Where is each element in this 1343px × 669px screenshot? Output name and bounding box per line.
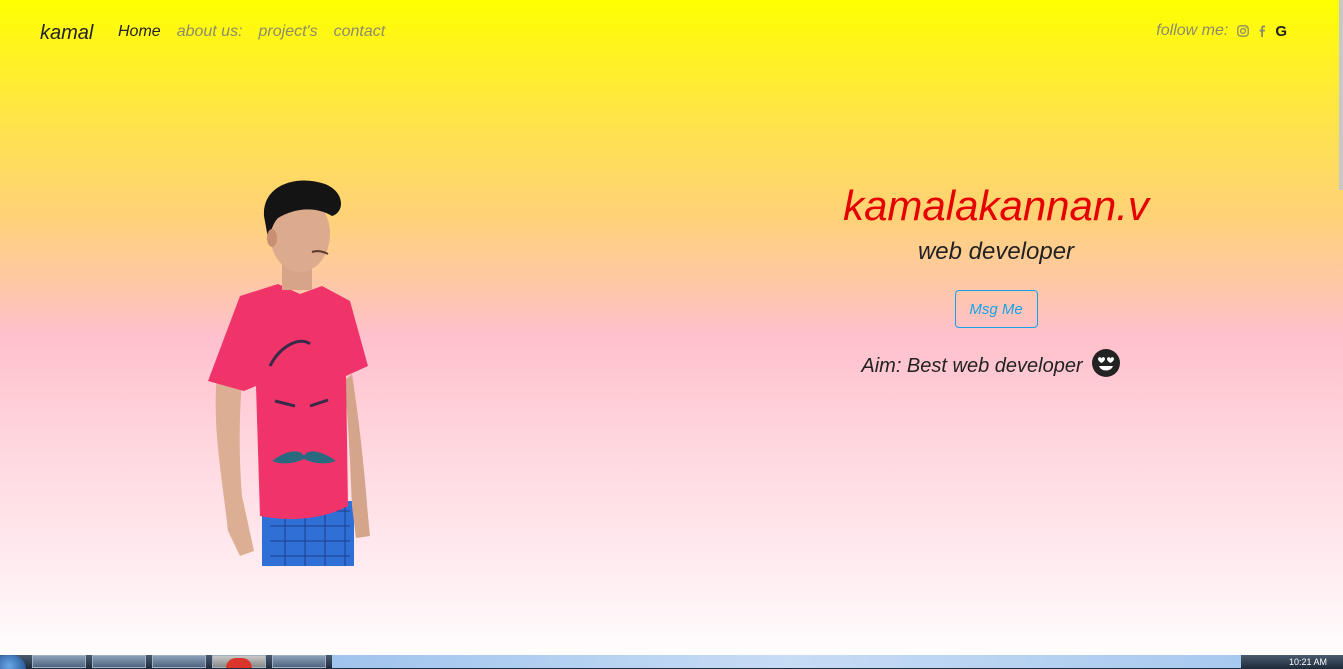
hero-name: kamalakannan.v	[843, 182, 1149, 229]
start-button[interactable]	[0, 655, 26, 669]
facebook-icon[interactable]	[1258, 25, 1266, 37]
taskbar-ie-icon[interactable]	[32, 655, 86, 668]
brand-link[interactable]: kamal	[40, 22, 93, 45]
taskbar-media-icon[interactable]	[152, 655, 206, 668]
taskbar-chrome-icon[interactable]	[212, 655, 266, 668]
taskbar: 10:21 AM	[0, 655, 1343, 669]
heart-eyes-emoji-icon	[1091, 348, 1121, 384]
hero-role: web developer	[917, 238, 1075, 265]
navbar: kamal Home about us: project's contact f…	[0, 0, 1343, 64]
instagram-icon[interactable]	[1237, 25, 1250, 37]
msg-me-button[interactable]: Msg Me	[954, 290, 1038, 328]
aim-text: Aim: Best web developer	[861, 354, 1083, 377]
nav-projects[interactable]: project's	[259, 23, 318, 41]
hero-section: kamalakannan.v web developer Msg Me Aim:…	[796, 180, 1196, 384]
taskbar-clock[interactable]: 10:21 AM	[1247, 655, 1343, 669]
scrollbar-thumb[interactable]	[1339, 0, 1343, 190]
nav-about[interactable]: about us:	[177, 23, 243, 41]
follow-label: follow me:	[1156, 22, 1229, 39]
taskbar-window-preview	[332, 655, 1241, 668]
profile-photo	[200, 176, 380, 566]
nav-home[interactable]: Home	[118, 23, 161, 41]
google-icon[interactable]: G	[1275, 23, 1287, 40]
follow-section: follow me: G	[1156, 22, 1287, 40]
taskbar-explorer-icon[interactable]	[92, 655, 146, 668]
aim-line: Aim: Best web developer	[786, 348, 1196, 384]
nav-links: Home about us: project's contact	[118, 23, 385, 41]
nav-contact[interactable]: contact	[334, 23, 386, 41]
taskbar-vscode-icon[interactable]	[272, 655, 326, 668]
